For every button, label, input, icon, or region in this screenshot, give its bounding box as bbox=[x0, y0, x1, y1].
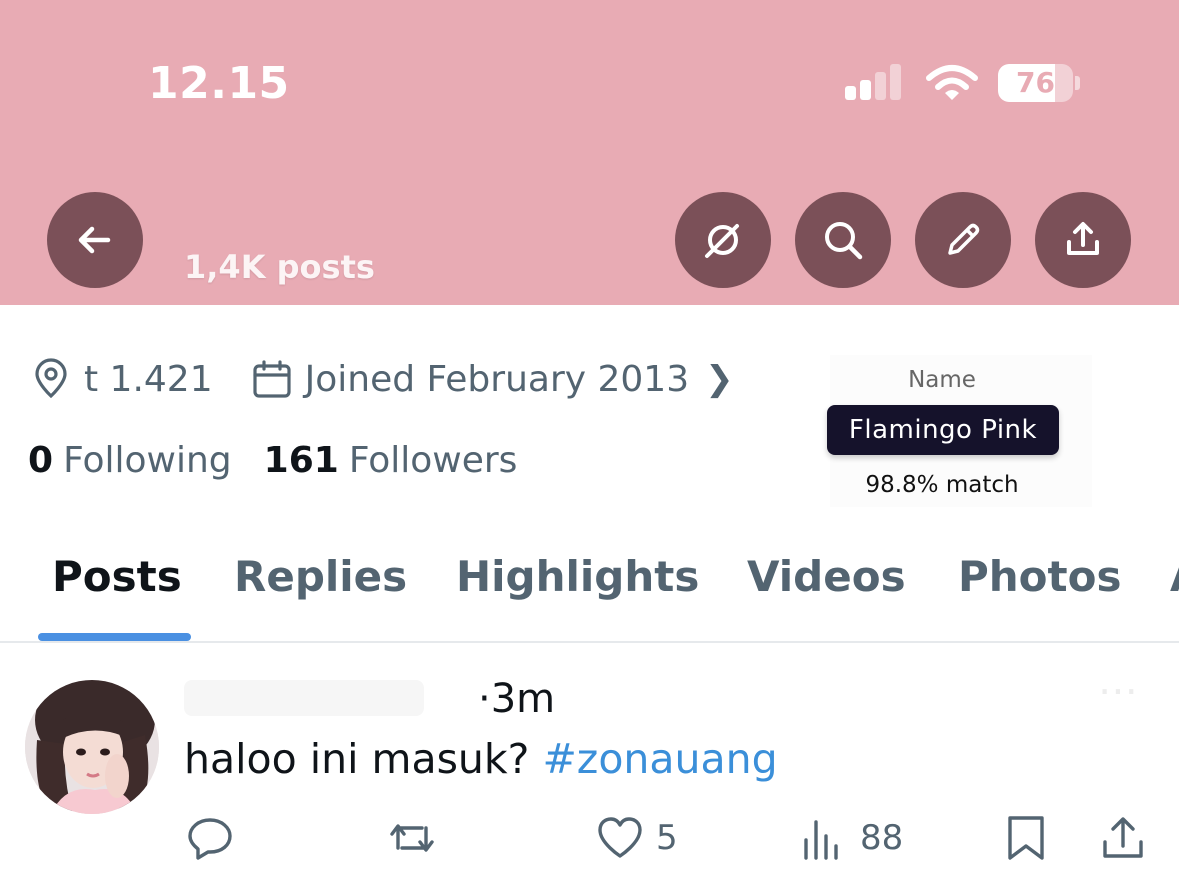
battery-icon: 76 bbox=[998, 64, 1080, 102]
calendar-icon bbox=[253, 360, 291, 398]
status-icons: 76 bbox=[845, 62, 1085, 106]
tab-videos[interactable]: Videos bbox=[747, 552, 906, 601]
tab-highlights[interactable]: Highlights bbox=[456, 552, 699, 601]
location: t 1.421 bbox=[30, 358, 213, 400]
color-card-title: Name bbox=[908, 367, 976, 393]
signal-bar bbox=[890, 64, 901, 100]
views-count: 88 bbox=[860, 818, 904, 858]
joined-text: Joined February 2013 bbox=[304, 358, 690, 400]
post-body: haloo ini masuk? bbox=[184, 735, 543, 783]
share-button[interactable] bbox=[1035, 192, 1131, 288]
profile-header-banner: 12.15 76 1,4K posts bbox=[0, 0, 1179, 305]
tab-replies[interactable]: Replies bbox=[234, 552, 407, 601]
followers-count: 161 bbox=[263, 440, 339, 481]
grok-button[interactable] bbox=[675, 192, 771, 288]
followers-label: Followers bbox=[348, 440, 518, 481]
reply-button[interactable] bbox=[186, 812, 246, 864]
wifi-icon bbox=[926, 65, 978, 100]
followers-link[interactable]: 161 Followers bbox=[264, 440, 518, 481]
slash-circle-icon bbox=[705, 224, 739, 258]
views-chart-icon bbox=[804, 820, 838, 860]
post-author-name[interactable] bbox=[184, 680, 424, 716]
share-icon bbox=[1067, 222, 1099, 255]
following-link[interactable]: 0 Following bbox=[28, 440, 232, 481]
joined-date[interactable]: Joined February 2013 ❯ bbox=[251, 358, 734, 400]
bookmark-button[interactable] bbox=[1002, 812, 1050, 864]
following-count: 0 bbox=[28, 440, 54, 481]
post-time: ·3m bbox=[478, 676, 556, 722]
tab-posts[interactable]: Posts bbox=[52, 552, 182, 601]
bookmark-icon bbox=[1008, 816, 1044, 860]
chevron-right-icon: ❯ bbox=[705, 359, 734, 399]
post-share-button[interactable] bbox=[1099, 812, 1147, 864]
heart-icon bbox=[598, 817, 642, 858]
posts-count: 1,4K posts bbox=[184, 248, 375, 286]
profile-meta: t 1.421 Joined February 2013 ❯ bbox=[30, 356, 734, 402]
signal-bar bbox=[845, 86, 856, 100]
edit-button[interactable] bbox=[915, 192, 1011, 288]
like-button[interactable]: 5 bbox=[596, 812, 678, 864]
post-hashtag[interactable]: #zonauang bbox=[542, 735, 777, 783]
avatar-image bbox=[25, 680, 159, 814]
views-button[interactable]: 88 bbox=[800, 812, 903, 864]
like-count: 5 bbox=[656, 818, 678, 858]
profile-tabs: Posts Replies Highlights Videos Photos A bbox=[0, 540, 1179, 643]
color-match-text: 98.8% match bbox=[865, 472, 1019, 498]
repost-button[interactable] bbox=[388, 812, 448, 864]
reply-icon bbox=[188, 818, 232, 860]
following-label: Following bbox=[63, 440, 232, 481]
location-pin-icon bbox=[35, 358, 67, 399]
color-name-badge: Flamingo Pink bbox=[827, 405, 1059, 455]
battery-level: 76 bbox=[1016, 66, 1055, 99]
avatar[interactable] bbox=[25, 680, 159, 814]
search-button[interactable] bbox=[795, 192, 891, 288]
pencil-icon bbox=[948, 223, 980, 255]
tab-photos[interactable]: Photos bbox=[958, 552, 1121, 601]
color-name-card: Name Flamingo Pink 98.8% match bbox=[827, 355, 1092, 507]
search-icon bbox=[825, 222, 863, 260]
arrow-left-icon bbox=[78, 226, 111, 254]
back-button[interactable] bbox=[47, 192, 143, 288]
signal-bar bbox=[860, 80, 871, 100]
share-icon bbox=[1103, 817, 1143, 858]
post-text: haloo ini masuk? #zonauang bbox=[184, 735, 778, 783]
location-text: t 1.421 bbox=[84, 358, 213, 400]
active-tab-indicator bbox=[38, 633, 191, 641]
signal-bar bbox=[875, 72, 886, 100]
repost-icon bbox=[390, 824, 434, 852]
status-time: 12.15 bbox=[148, 58, 290, 109]
signal-icon bbox=[845, 62, 907, 102]
tab-articles[interactable]: A bbox=[1170, 552, 1179, 601]
follow-stats: 0 Following 161 Followers bbox=[28, 440, 549, 481]
more-icon[interactable]: ⋯ bbox=[1098, 668, 1138, 714]
